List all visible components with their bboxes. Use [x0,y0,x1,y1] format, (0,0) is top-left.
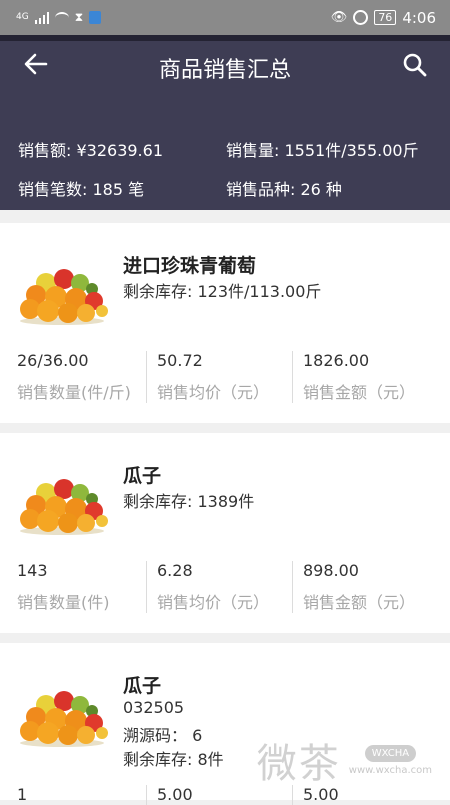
metric-label: 销售数量(件/斤) [17,383,131,402]
signal-icon [34,11,49,24]
product-code: 032505 [123,698,185,717]
clock-time: 4:06 [402,8,436,27]
metric-avg-price: 6.28 销售均价（元） [146,561,292,613]
wifi-icon [54,11,69,24]
metric-avg-price: 50.72 销售均价（元） [146,351,292,403]
product-stock: 剩余库存: 8件 [123,750,224,769]
metric-value: 1826.00 [303,351,370,370]
metric-value: 143 [17,561,48,580]
metric-quantity: 26/36.00 销售数量(件/斤) [0,351,146,403]
hourglass-icon: ⧗ [74,10,84,24]
watermark-logo-text: 微茶 [256,741,341,787]
metric-quantity: 1 [0,785,146,805]
watermark: 微茶 WXCHA www.wxcha.com [257,731,432,789]
product-card[interactable]: 进口珍珠青葡萄 剩余库存: 123件/113.00斤 26/36.00 销售数量… [0,223,450,423]
search-icon[interactable] [402,52,428,78]
product-stock: 剩余库存: 123件/113.00斤 [123,282,322,301]
sales-volume: 销售量: 1551件/355.00斤 [226,140,419,160]
alarm-icon [353,10,369,25]
product-image [16,471,108,535]
page-title: 商品销售汇总 [158,58,291,83]
summary-stats: 销售额: ¥32639.61 销售量: 1551件/355.00斤 销售笔数: … [18,129,438,207]
product-name: 瓜子 [123,675,162,697]
metric-label: 销售金额（元） [303,383,416,402]
order-count: 销售笔数: 185 笔 [18,179,145,199]
sales-amount: 销售额: ¥32639.61 [18,140,164,160]
metric-quantity: 143 销售数量(件) [0,561,146,613]
header-top-strip [0,35,450,41]
variety-count: 销售品种: 26 种 [226,179,342,199]
metric-value: 898.00 [303,561,359,580]
metric-label: 销售均价（元） [157,593,270,612]
product-name: 进口珍珠青葡萄 [123,255,257,277]
metric-value: 1 [17,785,28,804]
product-image [16,261,108,325]
metric-amount: 898.00 销售金额（元） [292,561,438,613]
product-name: 瓜子 [123,465,162,487]
metric-value: 50.72 [157,351,203,370]
metric-label: 销售均价（元） [157,383,270,402]
status-bar: 4G ⧗ 👁 76 4:06 [0,0,450,35]
shield-icon [89,11,102,24]
metric-label: 销售数量(件) [17,593,110,612]
app-header: 商品销售汇总 销售额: ¥32639.61 销售量: 1551件/355.00斤… [0,35,450,210]
product-metrics: 143 销售数量(件) 6.28 销售均价（元） 898.00 销售金额（元） [0,561,450,613]
battery-icon: 76 [374,10,397,25]
metric-label: 销售金额（元） [303,593,416,612]
signal-type: 4G [16,12,29,22]
product-metrics: 26/36.00 销售数量(件/斤) 50.72 销售均价（元） 1826.00… [0,351,450,403]
product-card[interactable]: 瓜子 剩余库存: 1389件 143 销售数量(件) 6.28 销售均价（元） … [0,433,450,633]
metric-value: 6.28 [157,561,193,580]
product-trace-code: 溯源码： 6 [123,726,203,745]
eye-icon: 👁 [330,10,348,25]
watermark-url: www.wxcha.com [348,764,432,776]
metric-amount: 1826.00 销售金额（元） [292,351,438,403]
metric-value: 26/36.00 [17,351,89,370]
watermark-badge: WXCHA [364,744,417,762]
product-image [16,683,108,747]
product-stock: 剩余库存: 1389件 [123,492,255,511]
